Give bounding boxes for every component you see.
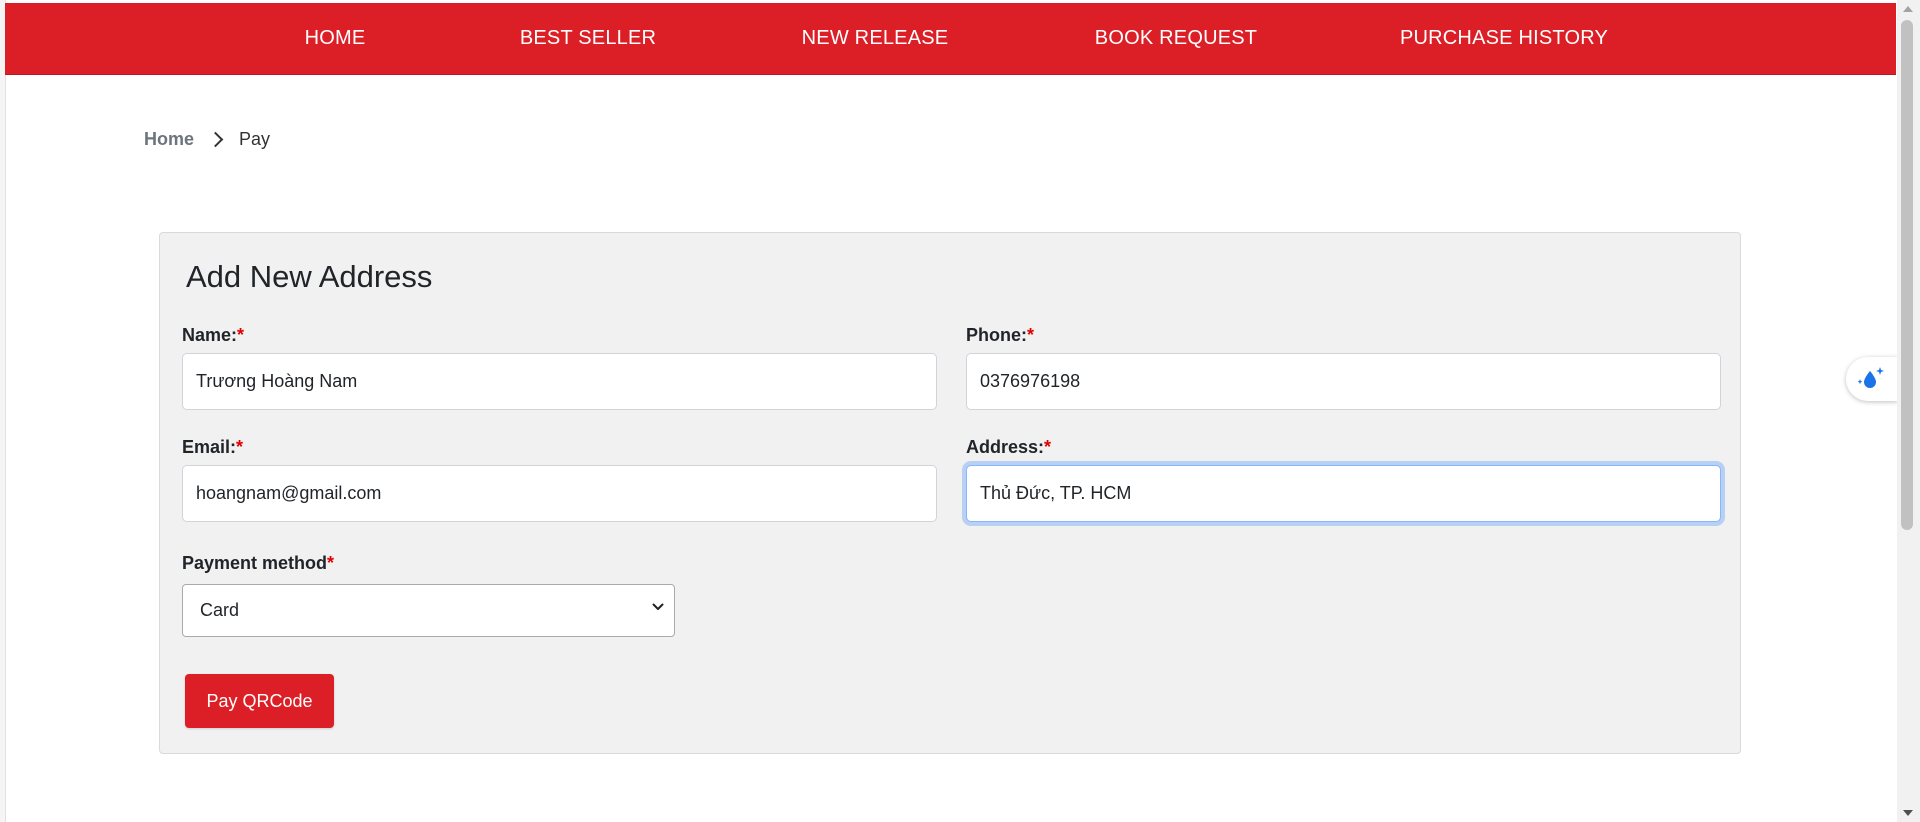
scroll-up-arrow-icon[interactable] <box>1903 6 1913 12</box>
address-input[interactable] <box>966 465 1721 522</box>
floating-widget-button[interactable] <box>1846 357 1898 401</box>
nav-item-book-request[interactable]: BOOK REQUEST <box>1095 3 1257 74</box>
name-label-text: Name: <box>182 325 238 345</box>
chevron-right-icon <box>207 131 224 147</box>
address-required-mark: * <box>1044 437 1052 457</box>
water-drop-sparkle-icon <box>1857 367 1884 388</box>
nav-item-home[interactable]: HOME <box>305 3 366 74</box>
scroll-down-arrow-icon[interactable] <box>1903 810 1913 816</box>
phone-input[interactable] <box>966 353 1721 410</box>
nav-item-purchase-history[interactable]: PURCHASE HISTORY <box>1400 3 1608 74</box>
phone-label: Phone:* <box>966 325 1034 346</box>
scrollbar-thumb[interactable] <box>1901 20 1913 530</box>
email-input[interactable] <box>182 465 937 522</box>
nav-item-new-release[interactable]: NEW RELEASE <box>802 3 949 74</box>
name-label: Name:* <box>182 325 244 346</box>
phone-required-mark: * <box>1027 325 1035 345</box>
phone-label-text: Phone: <box>966 325 1027 345</box>
address-label: Address:* <box>966 437 1051 458</box>
payment-method-label-text: Payment method <box>182 553 328 573</box>
payment-method-select[interactable]: Card <box>182 584 675 637</box>
main-navbar: HOME BEST SELLER NEW RELEASE BOOK REQUES… <box>5 3 1896 75</box>
breadcrumb-current: Pay <box>239 128 271 149</box>
name-required-mark: * <box>237 325 245 345</box>
address-label-text: Address: <box>966 437 1045 457</box>
payment-method-selected-value: Card <box>200 600 240 620</box>
breadcrumb-home-link[interactable]: Home <box>144 129 194 150</box>
name-input[interactable] <box>182 353 937 410</box>
email-label-text: Email: <box>182 437 237 457</box>
nav-item-best-seller[interactable]: BEST SELLER <box>520 3 656 74</box>
vertical-scrollbar[interactable] <box>1897 0 1920 822</box>
payment-method-label: Payment method* <box>182 553 334 574</box>
address-form-card: Add New Address Name:* Phone:* Email:* A… <box>159 232 1741 754</box>
email-label: Email:* <box>182 437 243 458</box>
form-title: Add New Address <box>186 259 433 294</box>
chevron-down-icon <box>652 603 664 610</box>
breadcrumb: Home Pay <box>144 126 270 152</box>
email-required-mark: * <box>236 437 244 457</box>
payment-required-mark: * <box>327 553 335 573</box>
pay-qrcode-button[interactable]: Pay QRCode <box>185 674 334 728</box>
window-left-edge <box>0 0 6 822</box>
